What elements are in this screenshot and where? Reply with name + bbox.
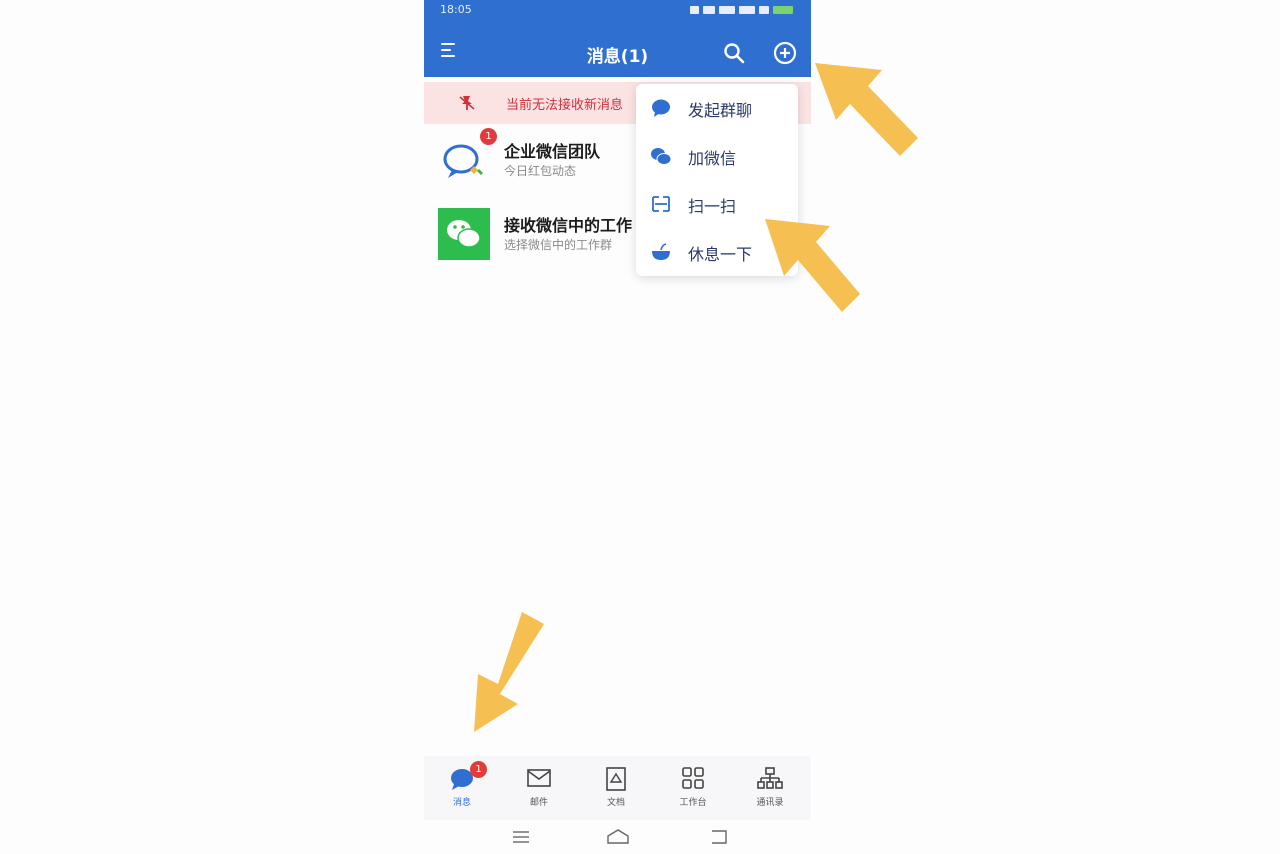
signal-icon bbox=[739, 6, 755, 14]
notification-off-icon bbox=[459, 96, 475, 110]
menu-item-start-group-chat[interactable]: 发起群聊 bbox=[636, 84, 798, 132]
tab-messages[interactable]: 1 消息 bbox=[434, 761, 490, 818]
unread-badge: 1 bbox=[480, 128, 497, 145]
recent-apps-icon[interactable] bbox=[510, 828, 532, 846]
annotation-arrow-icon bbox=[815, 63, 918, 156]
menu-item-label: 加微信 bbox=[688, 149, 737, 168]
search-icon[interactable] bbox=[723, 42, 745, 64]
tab-label: 工作台 bbox=[679, 798, 707, 808]
document-icon bbox=[606, 767, 626, 791]
tab-label: 通讯录 bbox=[756, 798, 784, 808]
menu-item-label: 休息一下 bbox=[688, 245, 753, 264]
annotation-arrow-icon bbox=[474, 612, 544, 732]
chat-preview: 选择微信中的工作群 bbox=[504, 238, 613, 252]
bottom-tab-bar: 1 消息 邮件 文档 工作台 通讯录 bbox=[424, 756, 811, 820]
tab-label: 消息 bbox=[452, 798, 471, 808]
menu-item-label: 扫一扫 bbox=[688, 197, 737, 216]
menu-item-label: 发起群聊 bbox=[688, 101, 753, 120]
chat-preview: 今日红包动态 bbox=[504, 164, 577, 178]
wechat-logo bbox=[438, 208, 490, 260]
wechat-icon bbox=[651, 148, 672, 165]
status-time: 18:05 bbox=[440, 3, 472, 16]
annotation-arrow-icon bbox=[765, 219, 860, 312]
coffee-icon bbox=[652, 243, 670, 260]
tab-workbench[interactable]: 工作台 bbox=[665, 766, 721, 818]
back-icon[interactable] bbox=[708, 828, 730, 846]
status-bar: 18:05 bbox=[424, 0, 811, 22]
contacts-icon bbox=[757, 767, 783, 789]
page-title: 消息(1) bbox=[586, 47, 649, 67]
chat-bubble-icon bbox=[652, 99, 670, 117]
menu-item-add-wechat[interactable]: 加微信 bbox=[636, 132, 798, 180]
chat-name: 企业微信团队 bbox=[504, 142, 601, 161]
battery-icon bbox=[773, 6, 793, 14]
mail-icon bbox=[527, 769, 551, 787]
scan-icon bbox=[652, 196, 670, 212]
tab-badge: 1 bbox=[470, 761, 487, 778]
chat-name: 接收微信中的工作 bbox=[504, 216, 633, 235]
plus-circle-icon[interactable] bbox=[773, 41, 797, 65]
wifi-icon bbox=[759, 6, 769, 14]
workbench-icon bbox=[682, 767, 704, 789]
signal-icon bbox=[719, 6, 735, 14]
tab-label: 邮件 bbox=[529, 798, 548, 808]
tab-mail[interactable]: 邮件 bbox=[511, 766, 567, 818]
notification-icon bbox=[690, 6, 699, 14]
nfc-icon bbox=[703, 6, 715, 14]
system-nav-bar bbox=[424, 820, 811, 854]
app-header: 18:05 消息(1) bbox=[424, 0, 811, 77]
tab-contacts[interactable]: 通讯录 bbox=[742, 766, 798, 818]
tab-docs[interactable]: 文档 bbox=[588, 766, 644, 818]
status-icons bbox=[690, 5, 793, 15]
tab-label: 文档 bbox=[606, 798, 625, 808]
home-icon[interactable] bbox=[605, 828, 631, 846]
banner-text: 当前无法接收新消息 bbox=[506, 98, 624, 113]
